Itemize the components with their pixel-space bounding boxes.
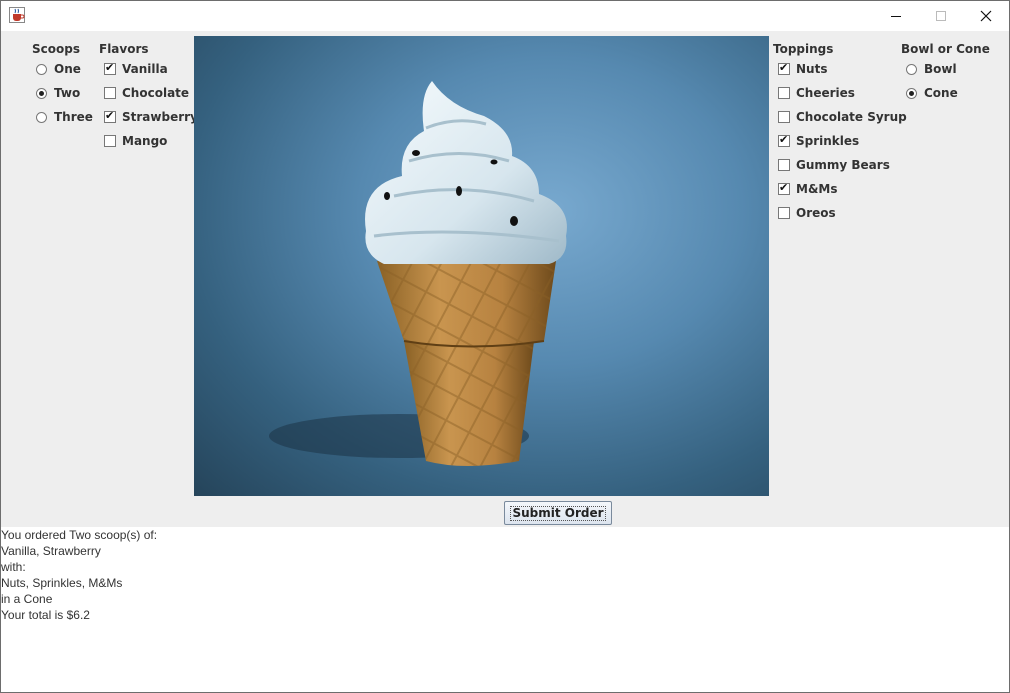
chocolate-syrup-label: Chocolate Syrup [796, 110, 907, 124]
bowl-or-cone-heading: Bowl or Cone [901, 42, 990, 56]
topping-checkbox-sprinkles[interactable]: Sprinkles [778, 132, 859, 150]
summary-line: Nuts, Sprinkles, M&Ms [1, 576, 123, 590]
mms-label: M&Ms [796, 182, 838, 196]
chocolate-syrup-check-box[interactable] [778, 111, 790, 123]
gummy-bears-label: Gummy Bears [796, 158, 890, 172]
minimize-icon [890, 16, 901, 17]
order-panel: Scoops One Two Three Flavors Vanilla Cho… [1, 31, 1009, 527]
scoops-radio-two[interactable]: Two [36, 84, 80, 102]
flavor-checkbox-mango[interactable]: Mango [104, 132, 167, 150]
close-button[interactable] [963, 1, 1008, 31]
sprinkles-label: Sprinkles [796, 134, 860, 148]
chocolate-label: Chocolate [122, 86, 190, 100]
minimize-button[interactable] [873, 1, 918, 31]
scoops-three-label: Three [54, 110, 93, 124]
bowl-label: Bowl [924, 62, 957, 76]
close-icon [980, 10, 991, 22]
scoops-one-label: One [54, 62, 81, 76]
topping-checkbox-nuts[interactable]: Nuts [778, 60, 827, 78]
toppings-heading: Toppings [773, 42, 834, 56]
gummy-bears-check-box[interactable] [778, 159, 790, 171]
scoops-heading: Scoops [32, 42, 80, 56]
topping-checkbox-gummy-bears[interactable]: Gummy Bears [778, 156, 890, 174]
topping-checkbox-cheeries[interactable]: Cheeries [778, 84, 855, 102]
summary-line: Vanilla, Strawberry [1, 544, 101, 558]
mango-label: Mango [122, 134, 168, 148]
vanilla-label: Vanilla [122, 62, 168, 76]
maximize-button[interactable] [918, 1, 963, 31]
java-app-icon[interactable] [9, 7, 25, 23]
cone-label: Cone [924, 86, 958, 100]
flavor-checkbox-vanilla[interactable]: Vanilla [104, 60, 168, 78]
radio-bowl-indicator[interactable] [906, 63, 917, 75]
cheeries-check-box[interactable] [778, 87, 790, 99]
scoops-two-label: Two [54, 86, 81, 100]
chocolate-check-box[interactable] [104, 87, 116, 99]
submit-order-label: Submit Order [510, 505, 606, 521]
topping-checkbox-mms[interactable]: M&Ms [778, 180, 838, 198]
scoops-radio-three[interactable]: Three [36, 108, 93, 126]
summary-line: with: [1, 560, 26, 574]
sprinkles-check-box[interactable] [778, 133, 790, 147]
oreos-label: Oreos [796, 206, 836, 220]
nuts-check-box[interactable] [778, 61, 790, 75]
flavor-checkbox-chocolate[interactable]: Chocolate [104, 84, 189, 102]
radio-cone-indicator[interactable] [906, 87, 917, 99]
vanilla-check-box[interactable] [104, 61, 116, 75]
topping-checkbox-oreos[interactable]: Oreos [778, 204, 836, 222]
maximize-icon [935, 11, 946, 21]
topping-checkbox-chocolate-syrup[interactable]: Chocolate Syrup [778, 108, 907, 126]
oreos-check-box[interactable] [778, 207, 790, 219]
ice-cream-cone-image [194, 36, 769, 496]
strawberry-label: Strawberry [122, 110, 198, 124]
submit-order-button[interactable]: Submit Order [504, 501, 612, 525]
flavor-checkbox-strawberry[interactable]: Strawberry [104, 108, 198, 126]
radio-two-indicator[interactable] [36, 87, 47, 99]
title-bar [1, 1, 1009, 31]
radio-one-indicator[interactable] [36, 63, 47, 75]
strawberry-check-box[interactable] [104, 109, 116, 123]
order-summary-text-area[interactable]: You ordered Two scoop(s) of: Vanilla, St… [1, 527, 1009, 692]
summary-line: You ordered Two scoop(s) of: [1, 528, 158, 542]
radio-three-indicator[interactable] [36, 111, 47, 123]
scoops-radio-one[interactable]: One [36, 60, 81, 78]
summary-total-line: Your total is $6.2 [1, 608, 90, 622]
flavors-heading: Flavors [99, 42, 149, 56]
cheeries-label: Cheeries [796, 86, 855, 100]
mango-check-box[interactable] [104, 135, 116, 147]
container-radio-cone[interactable]: Cone [906, 84, 958, 102]
nuts-label: Nuts [796, 62, 828, 76]
mms-check-box[interactable] [778, 181, 790, 195]
container-radio-bowl[interactable]: Bowl [906, 60, 957, 78]
summary-line: in a Cone [1, 592, 53, 606]
